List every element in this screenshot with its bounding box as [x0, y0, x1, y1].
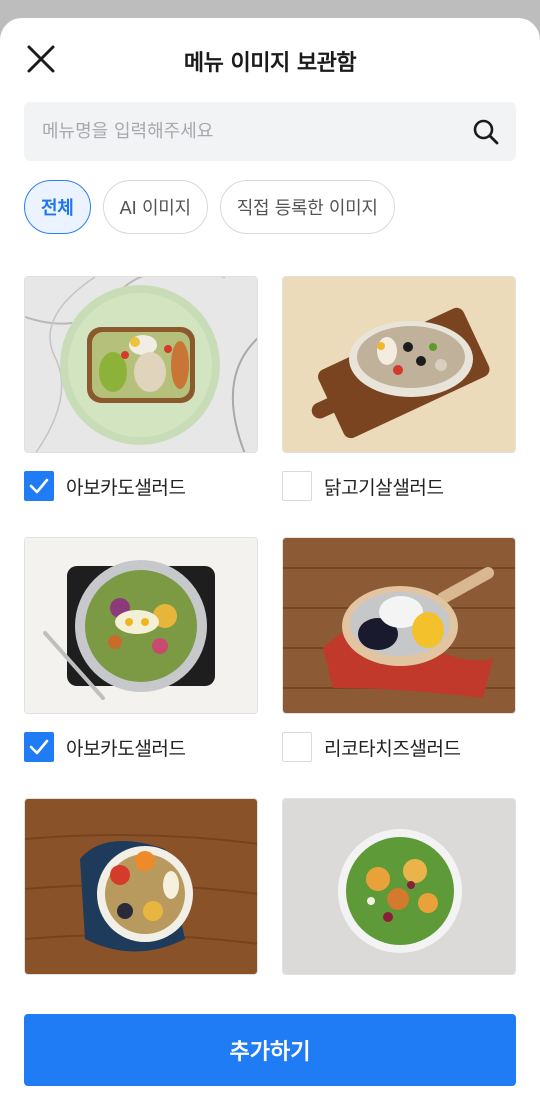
item-checkbox[interactable] — [24, 471, 54, 501]
image-card[interactable] — [282, 798, 516, 975]
item-label-row: 아보카도샐러드 — [24, 731, 186, 763]
menu-image[interactable] — [24, 537, 258, 714]
item-checkbox[interactable] — [24, 732, 54, 762]
item-label: 리코타치즈샐러드 — [324, 737, 461, 760]
header: 메뉴 이미지 보관함 — [0, 18, 540, 102]
image-card[interactable]: 아보카도샐러드 — [24, 276, 258, 501]
image-card[interactable]: 아보카도샐러드 — [24, 537, 258, 762]
item-checkbox[interactable] — [282, 732, 312, 762]
menu-image[interactable] — [282, 537, 516, 714]
add-button[interactable]: 추가하기 — [24, 1014, 516, 1086]
tab-all[interactable]: 전체 — [24, 180, 91, 234]
check-icon — [29, 478, 49, 494]
item-label: 아보카도샐러드 — [66, 476, 186, 499]
item-checkbox[interactable] — [282, 471, 312, 501]
item-label-row: 리코타치즈샐러드 — [282, 731, 461, 763]
menu-image[interactable] — [282, 798, 516, 975]
search-bar — [24, 102, 516, 161]
menu-image[interactable] — [282, 276, 516, 453]
tab-ai-images[interactable]: AI 이미지 — [102, 180, 208, 234]
item-label: 아보카도샐러드 — [66, 737, 186, 760]
image-library-sheet: 메뉴 이미지 보관함 전체 AI 이미지 직접 등록한 이미지 — [0, 18, 540, 1110]
tab-uploaded-images[interactable]: 직접 등록한 이미지 — [219, 180, 395, 234]
item-label-row: 닭고기살샐러드 — [282, 470, 444, 502]
image-card[interactable]: 리코타치즈샐러드 — [282, 537, 516, 762]
check-icon — [29, 739, 49, 755]
image-card[interactable] — [24, 798, 258, 975]
page-title: 메뉴 이미지 보관함 — [183, 51, 357, 76]
menu-image[interactable] — [24, 276, 258, 453]
item-label-row: 아보카도샐러드 — [24, 470, 186, 502]
search-input[interactable] — [42, 102, 462, 161]
filter-tabs: 전체 AI 이미지 직접 등록한 이미지 — [24, 180, 395, 234]
search-icon[interactable] — [472, 118, 500, 146]
item-label: 닭고기살샐러드 — [324, 476, 444, 499]
image-card[interactable]: 닭고기살샐러드 — [282, 276, 516, 501]
menu-image[interactable] — [24, 798, 258, 975]
